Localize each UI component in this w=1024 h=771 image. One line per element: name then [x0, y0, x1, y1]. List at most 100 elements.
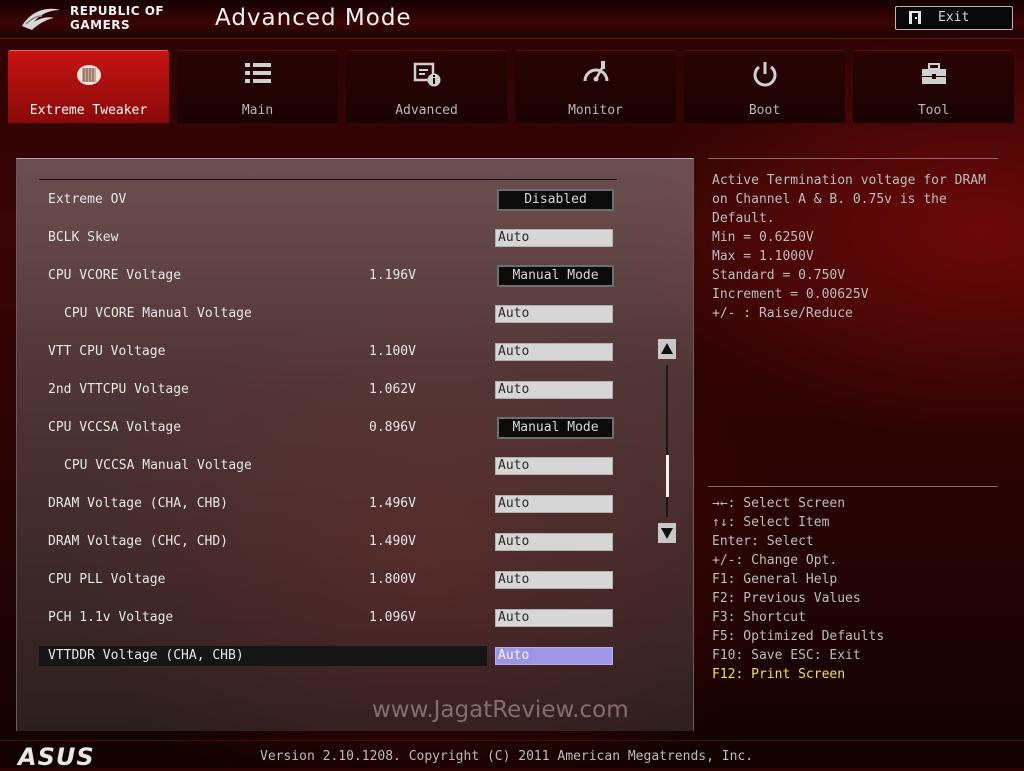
key-hint-print-screen: F12: Print Screen: [712, 667, 846, 682]
cpu-vcore-mode-select[interactable]: Manual Mode: [497, 265, 614, 287]
setting-reading: 1.800V: [369, 572, 416, 587]
panel-divider: [39, 179, 617, 180]
power-icon: [753, 62, 777, 87]
setting-label: 2nd VTTCPU Voltage: [48, 382, 189, 397]
setting-label: CPU VCCSA Manual Voltage: [64, 458, 252, 473]
setting-reading: 1.490V: [369, 534, 416, 549]
setting-cpu-pll-voltage: CPU PLL Voltage 1.800V Auto: [39, 569, 617, 591]
setting-cpu-vccsa-voltage: CPU VCCSA Voltage 0.896V Manual Mode: [39, 417, 617, 439]
setting-bclk-skew: BCLK Skew Auto: [39, 227, 617, 249]
footer-bar: ASUS Version 2.10.1208. Copyright (C) 20…: [0, 740, 1024, 771]
key-hint: F10: Save ESC: Exit: [712, 648, 861, 663]
key-hint: F3: Shortcut: [712, 610, 806, 625]
scroll-down-button[interactable]: [658, 523, 676, 543]
tab-extreme-tweaker[interactable]: Extreme Tweaker: [8, 50, 169, 123]
tab-label: Monitor: [568, 103, 623, 118]
pch-field[interactable]: Auto: [495, 609, 613, 627]
setting-reading: 1.496V: [369, 496, 416, 511]
setting-cpu-vcore-manual-voltage: CPU VCORE Manual Voltage Auto: [39, 303, 617, 325]
setting-label: CPU VCORE Voltage: [48, 268, 182, 283]
bclk-skew-field[interactable]: Auto: [495, 229, 613, 247]
setting-vttddr-voltage-cha-chb[interactable]: VTTDDR Voltage (CHA, CHB) Auto: [39, 645, 617, 667]
cpu-vcore-manual-field[interactable]: Auto: [495, 305, 613, 323]
setting-label: VTTDDR Voltage (CHA, CHB): [48, 648, 244, 663]
key-hint: F2: Previous Values: [712, 591, 861, 606]
vtt-cpu-field[interactable]: Auto: [495, 343, 613, 361]
setting-label: DRAM Voltage (CHC, CHD): [48, 534, 229, 549]
triangle-up-icon: [661, 343, 673, 354]
help-text-line: Increment = 0.00625V: [712, 287, 869, 302]
exit-button[interactable]: Exit: [895, 6, 1013, 30]
setting-cpu-vcore-voltage: CPU VCORE Voltage 1.196V Manual Mode: [39, 265, 617, 287]
setting-label: CPU PLL Voltage: [48, 572, 166, 587]
setting-pch-voltage: PCH 1.1v Voltage 1.096V Auto: [39, 607, 617, 629]
help-divider-middle: [708, 486, 998, 487]
key-hint: F1: General Help: [712, 572, 838, 587]
setting-2nd-vttcpu-voltage: 2nd VTTCPU Voltage 1.062V Auto: [39, 379, 617, 401]
setting-label: VTT CPU Voltage: [48, 344, 166, 359]
setting-label: CPU VCORE Manual Voltage: [64, 306, 252, 321]
list-icon: [245, 63, 271, 83]
setting-cpu-vccsa-manual-voltage: CPU VCCSA Manual Voltage Auto: [39, 455, 617, 477]
version-text: Version 2.10.1208. Copyright (C) 2011 Am…: [260, 749, 754, 764]
settings-panel: Extreme OV Disabled BCLK Skew Auto CPU V…: [16, 158, 694, 731]
tab-advanced[interactable]: Advanced: [346, 50, 507, 123]
setting-label: CPU VCCSA Voltage: [48, 420, 182, 435]
triangle-down-icon: [661, 528, 673, 539]
tweaker-icon: [77, 65, 101, 85]
top-header: REPUBLIC OF GAMERS Advanced Mode Exit: [0, 0, 1024, 39]
brand-line-2: GAMERS: [70, 18, 131, 32]
setting-reading: 1.096V: [369, 610, 416, 625]
dram-cha-chb-field[interactable]: Auto: [495, 495, 613, 513]
asus-logo: ASUS: [18, 743, 95, 771]
help-text-line: Standard = 0.750V: [712, 268, 846, 283]
cpu-pll-field[interactable]: Auto: [495, 571, 613, 589]
advanced-info-icon: [413, 62, 441, 87]
setting-reading: 1.100V: [369, 344, 416, 359]
key-hint: Enter: Select: [712, 534, 814, 549]
setting-reading: 1.196V: [369, 268, 416, 283]
rog-eye-logo-icon: [22, 8, 60, 30]
scroll-thumb[interactable]: [666, 455, 669, 497]
setting-dram-voltage-cha-chb: DRAM Voltage (CHA, CHB) 1.496V Auto: [39, 493, 617, 515]
brand-line-1: REPUBLIC OF: [70, 4, 165, 18]
help-text-line: on Channel A & B. 0.75v is the: [712, 192, 947, 207]
setting-label: Extreme OV: [48, 192, 127, 207]
page-title: Advanced Mode: [215, 5, 412, 31]
tab-tool[interactable]: Tool: [853, 50, 1014, 123]
vttddr-cha-chb-field[interactable]: Auto: [495, 647, 613, 665]
tab-main[interactable]: Main: [177, 50, 338, 123]
toolbox-icon: [922, 63, 946, 84]
tab-label: Extreme Tweaker: [29, 103, 148, 118]
setting-extreme-ov: Extreme OV Disabled: [39, 189, 617, 211]
watermark-text: www.JagatReview.com: [372, 697, 629, 723]
setting-dram-voltage-chc-chd: DRAM Voltage (CHC, CHD) 1.490V Auto: [39, 531, 617, 553]
tab-label: Tool: [917, 103, 950, 118]
setting-reading: 0.896V: [369, 420, 416, 435]
cpu-vccsa-manual-field[interactable]: Auto: [495, 457, 613, 475]
help-text-line: Default.: [712, 211, 775, 226]
key-hint: +/-: Change Opt.: [712, 553, 838, 568]
dram-chc-chd-field[interactable]: Auto: [495, 533, 613, 551]
tab-label: Boot: [748, 103, 781, 118]
setting-label: BCLK Skew: [48, 230, 119, 245]
tab-boot[interactable]: Boot: [684, 50, 845, 123]
tab-label: Main: [241, 103, 274, 118]
help-text-line: Max = 1.1000V: [712, 249, 814, 264]
cpu-vccsa-mode-select[interactable]: Manual Mode: [497, 417, 614, 439]
2nd-vttcpu-field[interactable]: Auto: [495, 381, 613, 399]
scroll-up-button[interactable]: [658, 339, 676, 359]
extreme-ov-select[interactable]: Disabled: [497, 189, 614, 211]
help-text-line: Active Termination voltage for DRAM: [712, 173, 986, 188]
tab-monitor[interactable]: Monitor: [515, 50, 676, 123]
help-text-line: Min = 0.6250V: [712, 230, 814, 245]
brand-text: REPUBLIC OF GAMERS: [70, 4, 164, 32]
setting-reading: 1.062V: [369, 382, 416, 397]
key-hint: →←: Select Screen: [712, 496, 846, 511]
gauge-icon: [583, 61, 609, 82]
help-divider-top: [708, 158, 998, 159]
help-text-line: +/- : Raise/Reduce: [712, 306, 853, 321]
setting-label: DRAM Voltage (CHA, CHB): [48, 496, 229, 511]
key-hint: ↑↓: Select Item: [712, 515, 830, 530]
main-tabs: Extreme Tweaker Main Advanced Monitor Bo…: [8, 50, 1016, 123]
